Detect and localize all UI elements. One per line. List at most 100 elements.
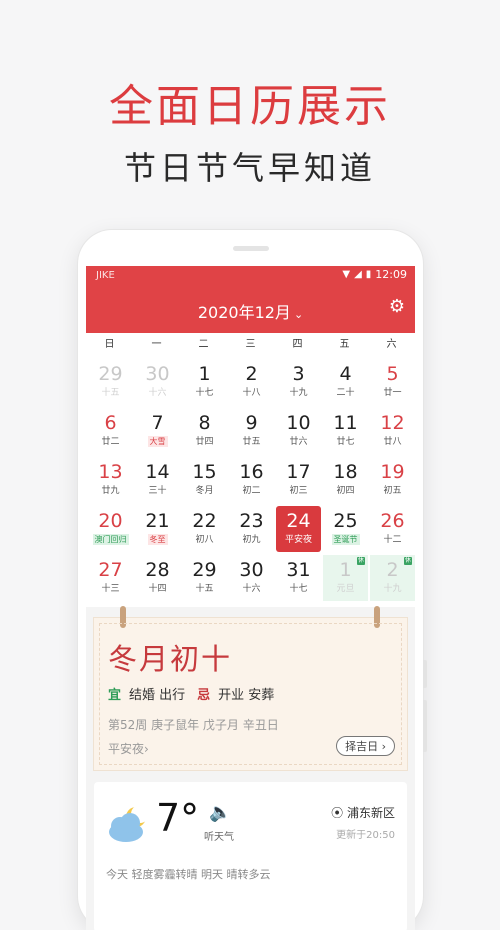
day-cell[interactable]: 14 三十 xyxy=(135,457,180,503)
lunar-label: 初二 xyxy=(242,486,261,496)
ganzhi-text: 第52周 庚子鼠年 戊子月 辛丑日 xyxy=(108,718,279,732)
lunar-label: 十三 xyxy=(101,584,120,594)
day-number: 17 xyxy=(286,461,311,483)
gear-icon[interactable]: ⚙ xyxy=(389,296,405,317)
day-cell[interactable]: 7 大雪 xyxy=(135,408,180,454)
day-number: 19 xyxy=(380,461,405,483)
weather-card[interactable]: 7° 🔈 听天气 ⦿ 浦东新区 更新于20:50 今天 轻度雾霾转晴 明天 晴转… xyxy=(94,782,407,930)
lunar-label: 十九 xyxy=(289,388,308,398)
day-cell[interactable]: 8 廿四 xyxy=(182,408,227,454)
day-cell[interactable]: 28 十四 xyxy=(135,555,180,601)
status-bar-right: ▼ ◢ ▮ 12:09 xyxy=(342,268,407,281)
weekday-label: 四 xyxy=(292,339,303,350)
day-cell[interactable]: 4 二十 xyxy=(323,359,368,405)
lunar-label: 初三 xyxy=(289,486,308,496)
day-cell[interactable]: 1 十七 xyxy=(182,359,227,405)
day-cell[interactable]: 17 初三 xyxy=(276,457,321,503)
weekday-label: 二 xyxy=(198,339,209,350)
day-cell-today[interactable]: 24 平安夜 xyxy=(276,506,321,552)
day-number: 6 xyxy=(104,412,117,434)
listen-weather-label[interactable]: 听天气 xyxy=(204,828,234,843)
lunar-label: 冬月 xyxy=(195,486,214,496)
day-number: 9 xyxy=(245,412,258,434)
day-number: 13 xyxy=(98,461,123,483)
month-grid: 29 十五 30 十六 1 十七 2 十八 3 十九 4 二十 5 廿一 6 廿二 7 大雪 8 廿四 9 廿五 10 廿六 1… xyxy=(86,357,415,607)
day-cell[interactable]: 26 十二 xyxy=(370,506,415,552)
lunar-label: 廿五 xyxy=(242,437,261,447)
day-cell[interactable]: 27 十三 xyxy=(88,555,133,601)
lunar-label: 冬至 xyxy=(135,534,180,546)
day-cell[interactable]: 6 廿二 xyxy=(88,408,133,454)
day-cell[interactable]: 22 初八 xyxy=(182,506,227,552)
day-cell[interactable]: 9 廿五 xyxy=(229,408,274,454)
day-cell[interactable]: 1 元旦休 xyxy=(323,555,368,601)
day-cell[interactable]: 29 十五 xyxy=(182,555,227,601)
day-number: 31 xyxy=(286,559,311,581)
promo-subtitle: 节日节气早知道 xyxy=(123,149,376,187)
forecast-row: 今天 轻度雾霾转晴 明天 晴转多云 xyxy=(106,868,271,881)
festival-name: 平安夜 xyxy=(108,742,145,756)
day-cell[interactable]: 21 冬至 xyxy=(135,506,180,552)
day-cell[interactable]: 11 廿七 xyxy=(323,408,368,454)
day-cell[interactable]: 30 十六 xyxy=(229,555,274,601)
day-number: 8 xyxy=(198,412,211,434)
day-cell[interactable]: 10 廿六 xyxy=(276,408,321,454)
location-name: 浦东新区 xyxy=(346,806,395,820)
festival-tag: 圣诞节 xyxy=(331,534,360,545)
lunar-label: 十四 xyxy=(148,584,167,594)
weekday-label: 六 xyxy=(386,339,397,350)
day-cell[interactable]: 29 十五 xyxy=(88,359,133,405)
lunar-label: 廿六 xyxy=(289,437,308,447)
location[interactable]: ⦿ 浦东新区 xyxy=(331,804,395,821)
speaker-icon[interactable]: 🔈 xyxy=(209,802,231,823)
day-cell[interactable]: 16 初二 xyxy=(229,457,274,503)
day-number: 15 xyxy=(192,461,217,483)
lunar-label: 十六 xyxy=(148,388,167,398)
day-cell[interactable]: 13 廿九 xyxy=(88,457,133,503)
day-number: 12 xyxy=(380,412,405,434)
day-cell[interactable]: 31 十七 xyxy=(276,555,321,601)
ji-text: 开业 安葬 xyxy=(218,688,275,703)
pick-auspicious-day-button[interactable]: 择吉日 › xyxy=(336,736,395,756)
month-picker[interactable]: 2020年12月 ⌄ xyxy=(86,299,415,323)
holiday-badge: 休 xyxy=(404,557,412,565)
day-number: 30 xyxy=(239,559,264,581)
day-cell[interactable]: 30 十六 xyxy=(135,359,180,405)
wifi-icon: ▼ xyxy=(342,269,351,280)
day-number: 3 xyxy=(292,363,305,385)
speaker-slot xyxy=(233,246,269,251)
day-cell[interactable]: 20 澳门回归 xyxy=(88,506,133,552)
day-number: 18 xyxy=(333,461,358,483)
festival-link[interactable]: 平安夜› xyxy=(108,740,149,757)
day-number: 26 xyxy=(380,510,405,532)
lunar-label: 初四 xyxy=(336,486,355,496)
day-cell[interactable]: 15 冬月 xyxy=(182,457,227,503)
chevron-down-icon: ⌄ xyxy=(293,308,304,321)
day-cell[interactable]: 25 圣诞节 xyxy=(323,506,368,552)
lunar-label: 大雪 xyxy=(135,436,180,448)
day-number: 7 xyxy=(151,412,164,434)
yi-text: 结婚 出行 xyxy=(129,688,186,703)
day-cell[interactable]: 23 初九 xyxy=(229,506,274,552)
lunar-label: 廿八 xyxy=(383,437,402,447)
day-cell[interactable]: 5 廿一 xyxy=(370,359,415,405)
lunar-label: 澳门回归 xyxy=(88,534,133,546)
day-cell[interactable]: 12 廿八 xyxy=(370,408,415,454)
day-number: 25 xyxy=(333,510,358,532)
partly-cloudy-night-icon xyxy=(109,805,149,842)
day-number: 4 xyxy=(339,363,352,385)
day-number: 24 xyxy=(286,510,311,532)
day-cell[interactable]: 18 初四 xyxy=(323,457,368,503)
day-cell[interactable]: 19 初五 xyxy=(370,457,415,503)
day-cell[interactable]: 3 十九 xyxy=(276,359,321,405)
weekday-label: 日 xyxy=(104,339,115,350)
lunar-label: 圣诞节 xyxy=(323,534,368,546)
lunar-label: 廿一 xyxy=(383,388,402,398)
day-cell[interactable]: 2 十八 xyxy=(229,359,274,405)
carrier-label: JIKE xyxy=(96,270,115,281)
lunar-label: 二十 xyxy=(336,388,355,398)
day-cell[interactable]: 2 十九休 xyxy=(370,555,415,601)
day-number: 27 xyxy=(98,559,123,581)
lunar-label: 初八 xyxy=(195,535,214,545)
lunar-label: 平安夜 xyxy=(284,535,312,545)
